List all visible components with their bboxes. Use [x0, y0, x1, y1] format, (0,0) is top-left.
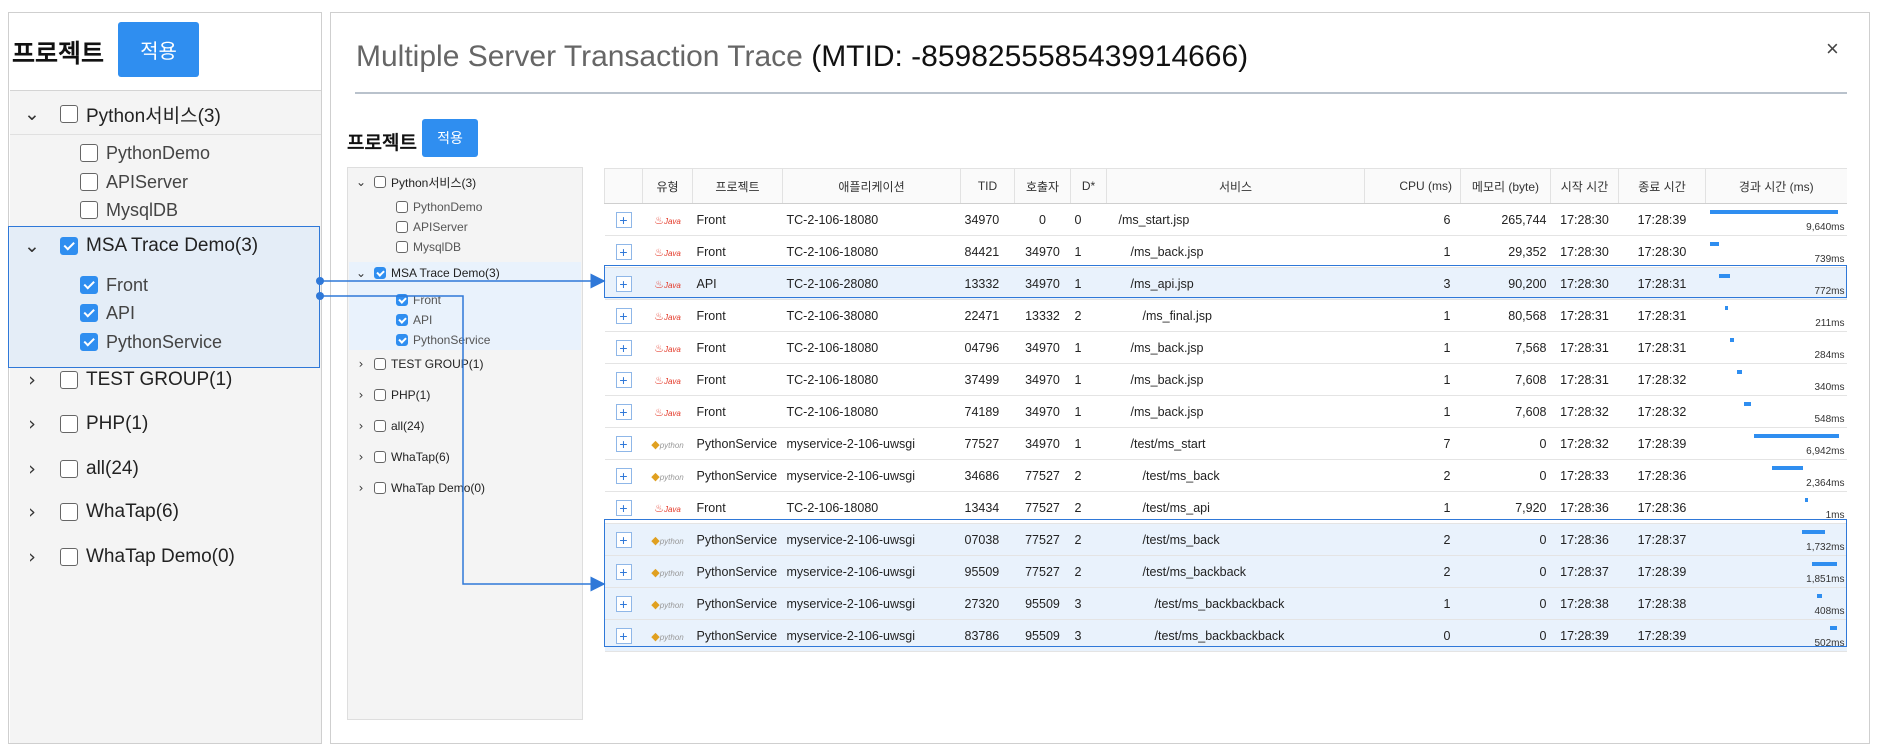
arrow-to-pythonservice: [320, 295, 606, 592]
connector-arrows: [316, 273, 606, 592]
